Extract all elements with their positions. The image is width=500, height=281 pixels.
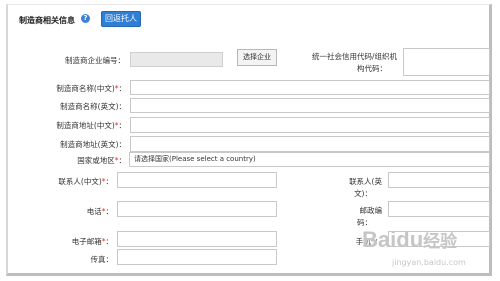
contact-cn-input[interactable] [117,172,277,188]
contact-cn-label: 联系人(中文)*： [58,177,113,186]
postcode-label-1: 邮政编 [359,206,383,215]
return-button[interactable]: 回返托人 [101,11,141,27]
credit-code-label-1: 统一社会信用代码/组织机 [311,52,397,61]
country-select[interactable]: 请选择国家(Please select a country) [129,152,490,167]
credit-code-input[interactable] [403,48,490,76]
company-no-input [130,52,223,67]
phone-input[interactable] [117,201,277,217]
section-title: 制造商相关信息 [19,16,75,25]
name-cn-label: 制造商名称(中文)*： [56,84,126,93]
postcode-input[interactable] [388,201,490,217]
contact-en-label-2: 文)： [354,189,372,198]
watermark-brand: Bai [362,227,397,252]
question-icon[interactable]: ? [81,14,90,23]
contact-en-input[interactable] [388,172,490,188]
contact-en-label-1: 联系人(英 [349,177,382,186]
company-no-label: 制造商企业编号： [65,56,125,65]
email-input[interactable] [117,231,277,247]
name-en-input[interactable] [130,98,490,113]
fax-input[interactable] [117,249,277,265]
address-en-input[interactable] [130,136,490,152]
baidu-jingyan-watermark: Baidu经验 [362,227,457,253]
name-cn-input[interactable] [130,80,490,95]
address-cn-label: 制造商地址(中文)*： [56,121,126,130]
country-label: 国家或地区*： [77,156,126,165]
credit-code-label-2: 构代码： [357,64,387,73]
email-label: 电子邮箱*： [71,237,113,246]
watermark-paw: du [396,227,424,252]
phone-label: 电话*： [86,207,113,216]
address-en-label: 制造商地址(英文)： [60,140,126,149]
address-cn-input[interactable] [130,117,490,133]
select-company-button[interactable]: 选择企业 [237,49,277,66]
watermark-suffix: 经验 [423,232,458,251]
watermark-url: jingyan.baidu.com [392,258,466,267]
fax-label: 传真： [90,255,114,264]
name-en-label: 制造商名称(英文)： [60,102,126,111]
